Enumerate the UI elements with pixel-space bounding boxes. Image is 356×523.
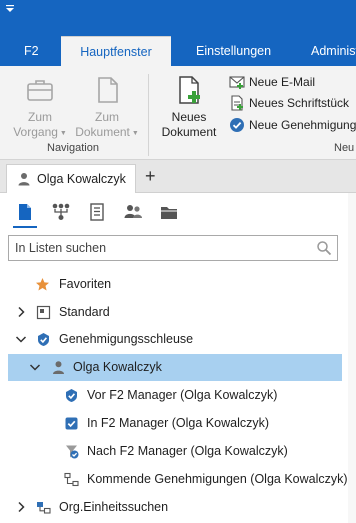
tab-administration[interactable]: Administ: [311, 36, 356, 66]
standard-view-icon: [36, 305, 51, 320]
tree-item-olga-kowalczyk[interactable]: Olga Kowalczyk: [8, 354, 342, 381]
chevron-down-icon[interactable]: [29, 361, 41, 373]
briefcase-icon: [27, 80, 53, 101]
list-panel: Favoriten Standard Genehmigungsschleuse …: [0, 193, 356, 523]
tree-item-nach-f2-manager[interactable]: Nach F2 Manager (Olga Kowalczyk): [0, 438, 356, 465]
group-separator: [148, 74, 149, 156]
approval-before-icon: [66, 389, 77, 402]
approval-after-icon: [66, 445, 79, 459]
tree-item-label: Genehmigungsschleuse: [59, 332, 194, 346]
approval-check-icon: [230, 118, 244, 132]
neues-dokument-button[interactable]: Neues Dokument: [156, 74, 222, 140]
search-icon[interactable]: [316, 240, 332, 256]
zum-dokument-button[interactable]: Zum Dokument ▼: [73, 74, 141, 141]
user-icon: [53, 361, 64, 374]
tree-item-label: Org.Einheitssuchen: [59, 500, 169, 514]
tree-item-label: Nach F2 Manager (Olga Kowalczyk): [87, 444, 288, 458]
doc-tab-label: Olga Kowalczyk: [37, 172, 126, 186]
tree-item-genehmigungsschleuse[interactable]: Genehmigungsschleuse: [0, 326, 356, 353]
neues-schriftstueck-label: Neues Schriftstück: [249, 96, 350, 110]
add-tab-button[interactable]: +: [145, 165, 156, 187]
folder-view-icon[interactable]: [158, 201, 180, 223]
document-tab-bar: Olga Kowalczyk +: [0, 160, 356, 194]
search-input[interactable]: [15, 239, 305, 257]
users-icon[interactable]: [122, 201, 144, 223]
tree-item-favoriten[interactable]: Favoriten: [0, 271, 356, 298]
neues-dokument-line2: Dokument: [161, 125, 217, 139]
list-view-icon[interactable]: [86, 201, 108, 223]
document-view-icon[interactable]: [14, 201, 36, 223]
tree-item-in-f2-manager[interactable]: In F2 Manager (Olga Kowalczyk): [0, 410, 356, 437]
new-document-icon: [179, 76, 200, 104]
dropdown-caret-icon: ▼: [129, 130, 139, 137]
neu-group-label: Neu: [334, 142, 355, 154]
zum-dokument-line2: Dokument: [75, 125, 130, 139]
tree-item-standard[interactable]: Standard: [0, 299, 356, 326]
neue-email-label: Neue E-Mail: [249, 75, 316, 89]
tree-item-label: Olga Kowalczyk: [73, 360, 162, 374]
org-chart-icon[interactable]: [50, 201, 72, 223]
approval-in-progress-icon: [65, 417, 78, 430]
zum-vorgang-button[interactable]: Zum Vorgang ▼: [10, 74, 70, 141]
tab-einstellungen[interactable]: Einstellungen: [196, 36, 271, 66]
tree-item-org-einheitssuchen[interactable]: Org.Einheitssuchen: [0, 494, 356, 521]
zum-dokument-line1: Zum: [95, 110, 119, 124]
tree-item-label: Standard: [59, 305, 110, 319]
user-icon: [18, 173, 30, 186]
panel-scroll-edge: [348, 193, 356, 523]
tree-item-kommende-genehmigungen[interactable]: Kommende Genehmigungen (Olga Kowalczyk): [0, 466, 356, 493]
ribbon-tab-row: F2 Hauptfenster Einstellungen Administ: [0, 36, 356, 66]
tab-olga-kowalczyk[interactable]: Olga Kowalczyk: [6, 164, 136, 194]
navigation-group-label: Navigation: [47, 142, 99, 154]
tree-item-vor-f2-manager[interactable]: Vor F2 Manager (Olga Kowalczyk): [0, 382, 356, 409]
document-icon: [231, 95, 243, 111]
tree-item-label: Vor F2 Manager (Olga Kowalczyk): [87, 388, 278, 402]
tree-item-label: Kommende Genehmigungen (Olga Kowalczyk): [87, 472, 348, 486]
neue-genehmigung-label: Neue Genehmigung: [249, 118, 356, 132]
search-box: [8, 235, 338, 261]
chevron-right-icon[interactable]: [15, 501, 27, 513]
tree-item-label: Favoriten: [59, 277, 112, 291]
tree-item-label: In F2 Manager (Olga Kowalczyk): [87, 416, 270, 430]
star-icon: [36, 278, 49, 291]
title-bar: [0, 0, 356, 36]
active-view-indicator: [13, 226, 37, 228]
zum-vorgang-line1: Zum: [28, 110, 52, 124]
tab-hauptfenster[interactable]: Hauptfenster: [61, 36, 171, 66]
chevron-right-icon[interactable]: [15, 306, 27, 318]
ribbon-body: Zum Vorgang ▼ Zum Dokument ▼ Navigation …: [0, 66, 356, 160]
email-icon: [229, 76, 245, 89]
document-icon: [98, 77, 118, 103]
approval-gate-icon: [38, 333, 49, 346]
dropdown-caret-icon: ▼: [57, 130, 67, 137]
org-unit-icon: [37, 502, 51, 514]
chevron-down-icon[interactable]: [15, 333, 27, 345]
workflow-icon: [64, 472, 79, 487]
zum-vorgang-line2: Vorgang: [13, 125, 58, 139]
neues-dokument-line1: Neues: [171, 110, 207, 124]
tab-f2[interactable]: F2: [24, 36, 39, 66]
quick-access-menu-icon[interactable]: [4, 4, 16, 14]
